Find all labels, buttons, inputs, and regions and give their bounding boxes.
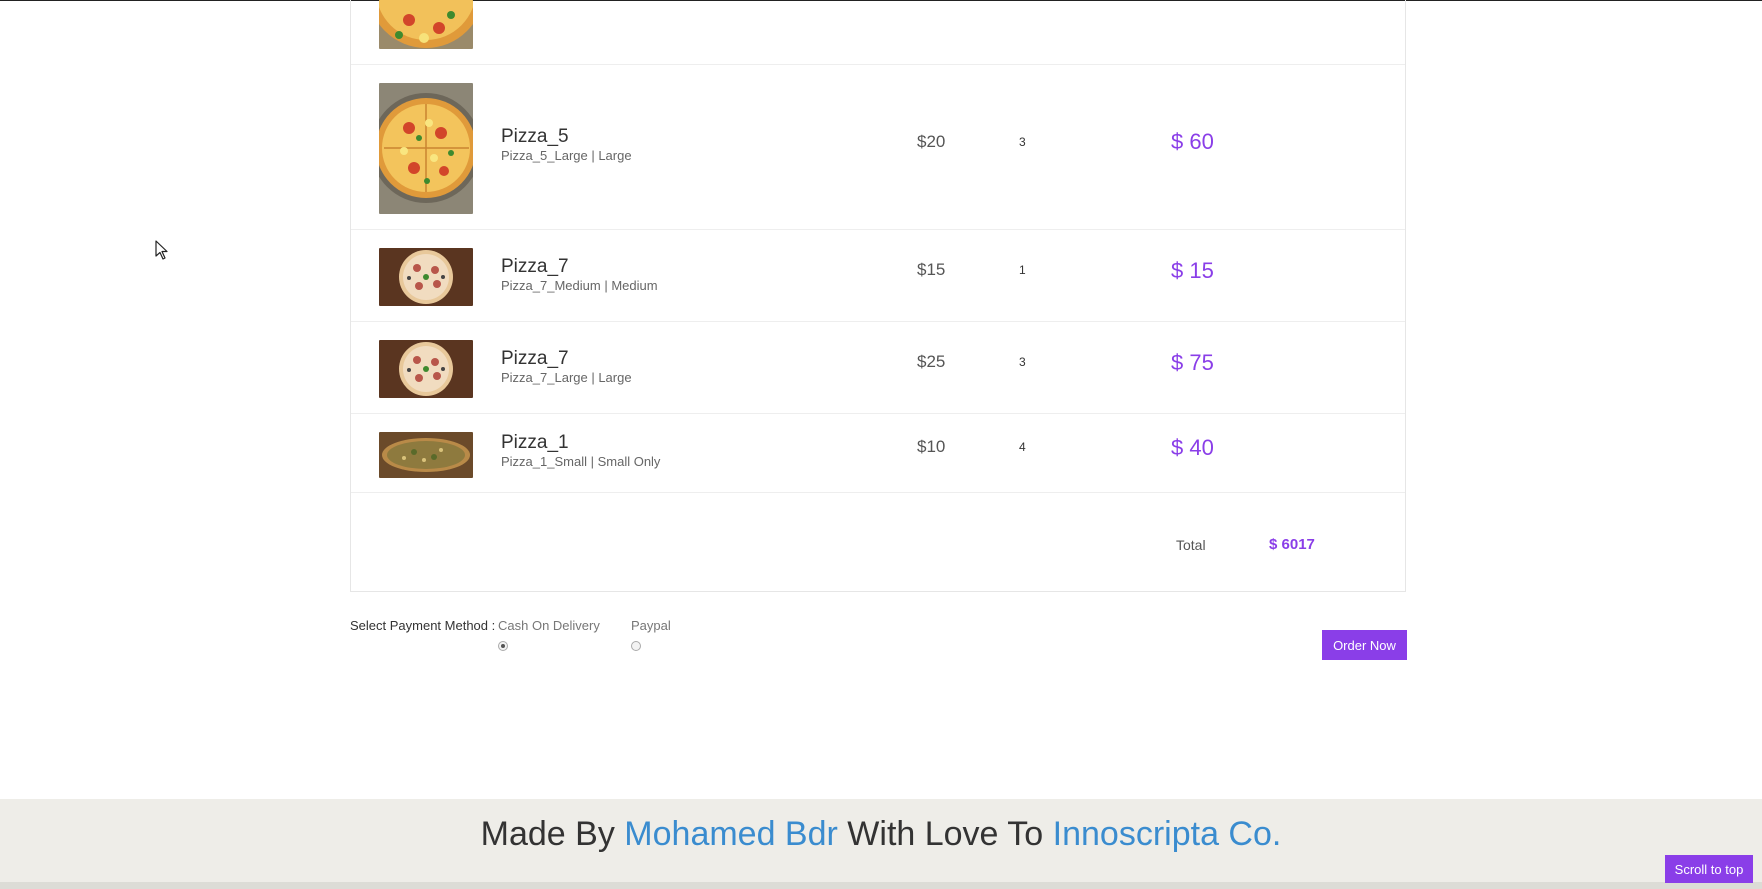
payment-option-cash-label: Cash On Delivery	[498, 618, 600, 633]
item-price: $20	[917, 132, 946, 151]
item-name: Pizza_1	[501, 432, 569, 453]
total-label: Total	[1176, 537, 1206, 553]
item-quantity: 3	[1019, 135, 1026, 149]
item-subtotal: $ 40	[1171, 435, 1214, 460]
payment-paypal-radio[interactable]	[631, 641, 641, 651]
item-price: $15	[917, 260, 946, 279]
item-subtotal: $ 15	[1171, 258, 1214, 283]
item-quantity: 1	[1019, 263, 1026, 277]
item-subtotal: $ 75	[1171, 350, 1214, 375]
checkout-page: Pizza_5 Pizza_5_Large | Large $20 3 $ 60	[0, 0, 1762, 889]
payment-option-paypal-label: Paypal	[631, 618, 671, 633]
item-price: $25	[917, 352, 946, 371]
item-name: Pizza_7	[501, 348, 569, 369]
item-variant: Pizza_1_Small | Small Only	[501, 454, 661, 469]
item-price: $10	[917, 437, 946, 456]
item-name: Pizza_7	[501, 256, 569, 277]
pizza-thumbnail	[379, 340, 473, 398]
footer-prefix: Made By	[480, 815, 615, 853]
table-row	[351, 0, 1405, 65]
mouse-pointer-icon	[155, 240, 169, 260]
pizza-thumbnail	[379, 0, 473, 49]
payment-cash-radio[interactable]	[498, 641, 508, 651]
table-row: Pizza_1 Pizza_1_Small | Small Only $10 4…	[351, 414, 1405, 493]
table-row: Pizza_5 Pizza_5_Large | Large $20 3 $ 60	[351, 65, 1405, 230]
item-name: Pizza_5	[501, 126, 569, 147]
item-subtotal: $ 60	[1171, 129, 1214, 154]
item-variant: Pizza_5_Large | Large	[501, 148, 632, 163]
item-quantity: 3	[1019, 355, 1026, 369]
total-value: $ 6017	[1269, 536, 1315, 553]
footer-bottom-strip	[0, 882, 1762, 889]
item-quantity: 4	[1019, 440, 1026, 454]
cart-table: Pizza_5 Pizza_5_Large | Large $20 3 $ 60	[350, 0, 1406, 592]
author-link[interactable]: Mohamed Bdr	[624, 815, 838, 853]
order-now-button[interactable]: Order Now	[1322, 630, 1407, 660]
company-link[interactable]: Innoscripta Co.	[1053, 815, 1282, 853]
table-row: Pizza_7 Pizza_7_Medium | Medium $15 1 $ …	[351, 230, 1405, 322]
item-variant: Pizza_7_Medium | Medium	[501, 278, 658, 293]
pizza-thumbnail	[379, 83, 473, 214]
footer: Made By Mohamed Bdr With Love To Innoscr…	[0, 799, 1762, 882]
scroll-to-top-button[interactable]: Scroll to top	[1665, 855, 1753, 883]
footer-credit: Made By Mohamed Bdr With Love To Innoscr…	[0, 815, 1762, 854]
table-row: Pizza_7 Pizza_7_Large | Large $25 3 $ 75	[351, 322, 1405, 414]
footer-middle: With Love To	[847, 815, 1044, 853]
payment-method-label: Select Payment Method :	[350, 618, 496, 633]
item-variant: Pizza_7_Large | Large	[501, 370, 632, 385]
pizza-thumbnail	[379, 248, 473, 306]
pizza-thumbnail	[379, 432, 473, 478]
